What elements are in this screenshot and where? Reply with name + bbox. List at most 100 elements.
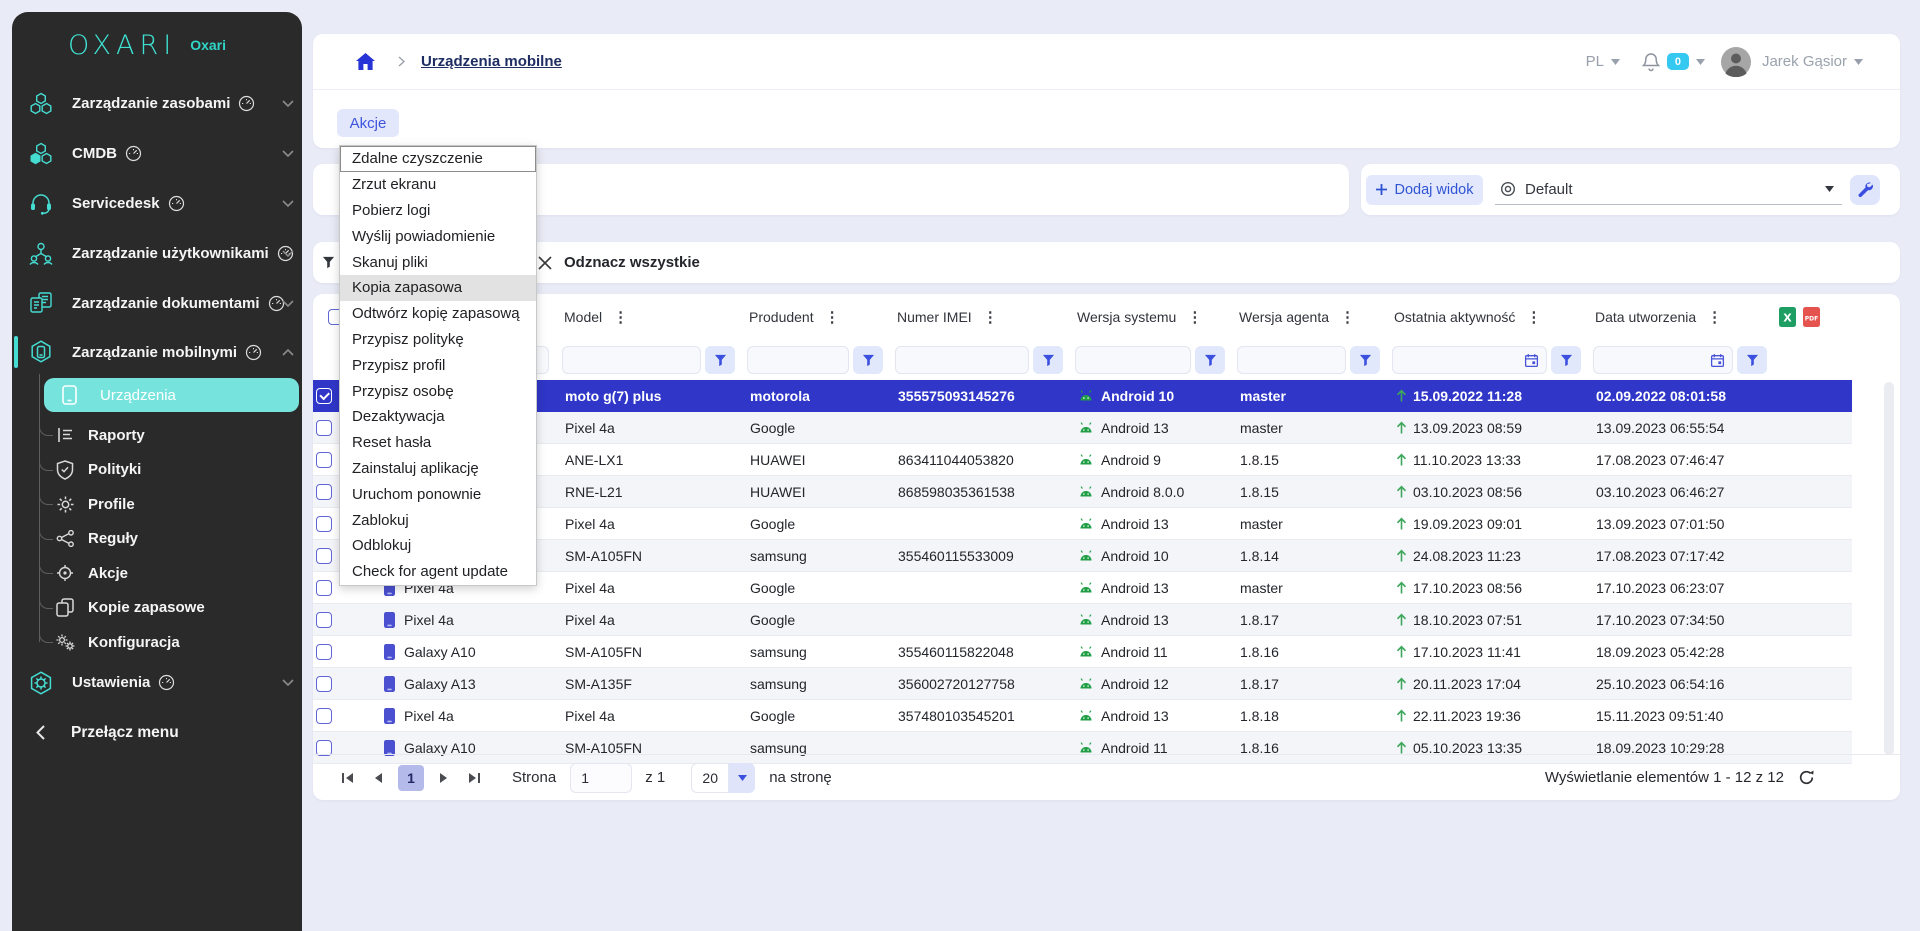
sidebar-subitem[interactable]: Kopie zapasowe — [12, 591, 302, 626]
column-menu-icon[interactable]: ⋮ — [983, 308, 998, 326]
column-menu-icon[interactable]: ⋮ — [613, 308, 628, 326]
row-checkbox[interactable] — [316, 452, 332, 468]
filter-funnel-button[interactable] — [1350, 346, 1380, 374]
row-checkbox[interactable] — [316, 676, 332, 692]
row-checkbox[interactable] — [316, 516, 332, 532]
actions-menu-item[interactable]: Dezaktywacja — [340, 404, 536, 430]
sidebar-subitem[interactable]: Polityki — [12, 453, 302, 488]
sidebar-subitem[interactable]: Raporty — [12, 418, 302, 453]
sidebar-subitem[interactable]: Konfiguracja — [12, 625, 302, 660]
actions-menu-item[interactable]: Zablokuj — [340, 507, 536, 533]
table-row[interactable]: Pixel 4a Pixel 4a Google 357480103545201… — [313, 700, 1852, 732]
calendar-icon[interactable] — [1710, 353, 1725, 368]
row-checkbox[interactable] — [316, 708, 332, 724]
home-icon[interactable] — [355, 52, 376, 71]
actions-menu-item[interactable]: Pobierz logi — [340, 198, 536, 224]
actions-menu-item[interactable]: Przypisz profil — [340, 352, 536, 378]
table-row[interactable]: ANE-LX1 HUAWEI 863411044053820 Android 9… — [313, 444, 1852, 476]
refresh-icon[interactable] — [1798, 769, 1815, 786]
row-checkbox[interactable] — [316, 580, 332, 596]
chevron-down-icon[interactable] — [282, 250, 294, 257]
chevron-down-icon[interactable] — [282, 150, 294, 157]
filter-input[interactable] — [562, 346, 701, 374]
actions-menu-item[interactable]: Wyślij powiadomienie — [340, 223, 536, 249]
row-checkbox[interactable] — [316, 388, 332, 404]
actions-menu-item[interactable]: Zdalne czyszczenie — [340, 146, 536, 172]
table-row[interactable]: Galaxy A13 SM-A135F samsung 356002720127… — [313, 668, 1852, 700]
actions-button[interactable]: Akcje — [337, 109, 399, 137]
column-menu-icon[interactable]: ⋮ — [825, 308, 840, 326]
excel-export-icon[interactable]: X — [1779, 307, 1796, 327]
selection-funnel-icon[interactable] — [322, 256, 335, 269]
prev-page-button[interactable] — [368, 772, 388, 784]
column-menu-icon[interactable]: ⋮ — [1707, 308, 1722, 326]
sidebar-subitem-devices-active[interactable]: Urządzenia — [44, 378, 299, 412]
view-settings-button[interactable] — [1850, 175, 1880, 205]
sidebar-item-mobile-management[interactable]: Zarządzanie mobilnymi — [12, 328, 302, 376]
language-selector[interactable]: PL — [1586, 53, 1604, 70]
clear-selection-icon[interactable] — [538, 256, 552, 270]
filter-funnel-button[interactable] — [853, 346, 883, 374]
filter-input[interactable] — [1237, 346, 1346, 374]
user-menu-caret-icon[interactable] — [1854, 59, 1863, 65]
view-select-caret-icon[interactable] — [1825, 186, 1834, 192]
row-checkbox[interactable] — [316, 420, 332, 436]
add-view-button[interactable]: Dodaj widok — [1366, 175, 1483, 205]
row-checkbox[interactable] — [316, 612, 332, 628]
actions-menu-item[interactable]: Check for agent update — [340, 559, 536, 585]
filter-funnel-button[interactable] — [1737, 346, 1767, 374]
calendar-icon[interactable] — [1524, 353, 1539, 368]
language-caret-icon[interactable] — [1611, 59, 1620, 65]
table-row[interactable]: Pixel 4a Google Android 13 master 13.09.… — [313, 412, 1852, 444]
table-row[interactable]: Pixel 4a Pixel 4a Google Android 13 mast… — [313, 572, 1852, 604]
actions-menu-item[interactable]: Skanuj pliki — [340, 249, 536, 275]
first-page-button[interactable] — [338, 772, 358, 784]
chevron-down-icon[interactable] — [282, 679, 294, 686]
table-row[interactable]: SM-A105FN samsung 355460115533009 Androi… — [313, 540, 1852, 572]
actions-menu-item[interactable]: Kopia zapasowa — [340, 275, 536, 301]
sidebar-collapse-toggle[interactable]: Przełącz menu — [12, 710, 302, 756]
user-avatar[interactable] — [1721, 47, 1751, 77]
table-row[interactable]: Pixel 4a Pixel 4a Google Android 13 1.8.… — [313, 604, 1852, 636]
row-checkbox[interactable] — [316, 644, 332, 660]
chevron-up-icon[interactable] — [282, 349, 294, 356]
clear-selection-label[interactable]: Odznacz wszystkie — [564, 254, 700, 271]
filter-funnel-button[interactable] — [1551, 346, 1581, 374]
actions-menu-item[interactable]: Odblokuj — [340, 533, 536, 559]
next-page-button[interactable] — [434, 772, 454, 784]
table-row[interactable]: RNE-L21 HUAWEI 868598035361538 Android 8… — [313, 476, 1852, 508]
sidebar-item[interactable]: Zarządzanie użytkownikami — [12, 228, 302, 278]
last-page-button[interactable] — [464, 772, 484, 784]
filter-funnel-button[interactable] — [705, 346, 735, 374]
column-menu-icon[interactable]: ⋮ — [1340, 308, 1355, 326]
sidebar-subitem[interactable]: Akcje — [12, 556, 302, 591]
sidebar-item[interactable]: Zarządzanie zasobami — [12, 78, 302, 128]
filter-funnel-button[interactable] — [1033, 346, 1063, 374]
chevron-down-icon[interactable] — [282, 300, 294, 307]
filter-input[interactable] — [747, 346, 849, 374]
filter-input[interactable] — [1392, 346, 1547, 374]
notifications-count-badge[interactable]: 0 — [1667, 53, 1689, 70]
per-page-select[interactable]: 20 — [691, 763, 755, 793]
actions-menu-item[interactable]: Reset hasła — [340, 430, 536, 456]
filter-input[interactable] — [1075, 346, 1191, 374]
sidebar-subitem[interactable]: Profile — [12, 487, 302, 522]
current-page-button[interactable]: 1 — [398, 765, 424, 791]
filter-input[interactable] — [1593, 346, 1733, 374]
row-checkbox[interactable] — [316, 484, 332, 500]
actions-menu-item[interactable]: Zrzut ekranu — [340, 172, 536, 198]
pdf-export-icon[interactable]: PDF — [1803, 307, 1820, 327]
sidebar-item[interactable]: Servicedesk — [12, 178, 302, 228]
sidebar-item[interactable]: Zarządzanie dokumentami — [12, 278, 302, 328]
sidebar-item-settings[interactable]: Ustawienia — [12, 660, 302, 706]
brand[interactable]: OXARI Oxari — [12, 12, 302, 78]
sidebar-item[interactable]: CMDB — [12, 128, 302, 178]
user-name[interactable]: Jarek Gąsior — [1762, 53, 1847, 70]
column-menu-icon[interactable]: ⋮ — [1187, 308, 1202, 326]
chevron-down-icon[interactable] — [282, 100, 294, 107]
table-scrollbar[interactable] — [1884, 382, 1894, 755]
column-menu-icon[interactable]: ⋮ — [1526, 308, 1541, 326]
actions-menu-item[interactable]: Zainstaluj aplikację — [340, 456, 536, 482]
table-row[interactable]: moto g(7) plus motorola 355575093145276 … — [313, 380, 1852, 412]
notifications-caret-icon[interactable] — [1696, 59, 1705, 65]
